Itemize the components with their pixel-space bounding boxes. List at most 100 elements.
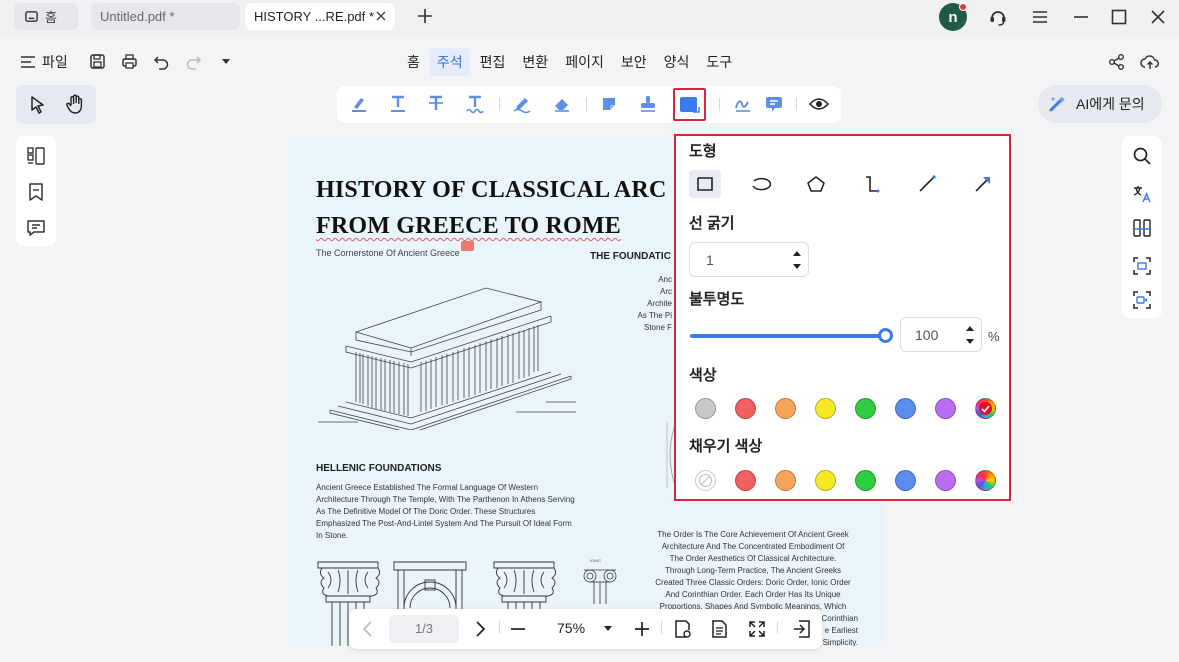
text-line: Ancient Greece Established The Formal La…: [316, 483, 539, 492]
color-swatch-red[interactable]: [735, 398, 756, 419]
comments-icon[interactable]: [26, 218, 46, 238]
menu-annotate[interactable]: 주석: [429, 48, 470, 76]
pen-icon[interactable]: [512, 94, 532, 114]
text-box-icon[interactable]: [764, 94, 784, 114]
new-tab-icon[interactable]: [416, 7, 434, 25]
fill-swatch-blue[interactable]: [895, 470, 916, 491]
menu-page[interactable]: 페이지: [558, 48, 611, 76]
color-swatch-yellow[interactable]: [815, 398, 836, 419]
page-indicator[interactable]: 1/3: [389, 615, 459, 643]
color-swatch-purple[interactable]: [935, 398, 956, 419]
close-tab-icon[interactable]: [375, 10, 387, 22]
color-swatch-custom-selected[interactable]: [975, 398, 996, 419]
line-width-stepper[interactable]: 1: [689, 242, 809, 277]
screen-record-icon[interactable]: [1132, 290, 1152, 310]
text-line: Arc: [660, 287, 672, 296]
shape-tool-button[interactable]: [673, 88, 706, 121]
text-underline-icon[interactable]: [388, 94, 408, 114]
cloud-upload-icon[interactable]: [1140, 53, 1160, 71]
menu-form[interactable]: 양식: [657, 48, 697, 76]
file-menu-label: 파일: [42, 54, 68, 70]
undo-icon[interactable]: [153, 53, 170, 70]
signature-icon[interactable]: [733, 94, 753, 114]
compare-icon[interactable]: [1132, 218, 1152, 238]
page-view-icon[interactable]: [673, 619, 693, 639]
share-icon[interactable]: [1108, 53, 1126, 71]
eye-icon[interactable]: [809, 95, 829, 113]
shape-ellipse-button[interactable]: [745, 170, 777, 198]
search-icon[interactable]: [1132, 146, 1152, 166]
eraser-icon[interactable]: [552, 94, 572, 114]
fill-swatch-red[interactable]: [735, 470, 756, 491]
opacity-header: 불투명도: [689, 291, 745, 308]
highlight-icon[interactable]: [349, 94, 369, 114]
stepper-arrows-icon[interactable]: [965, 324, 975, 346]
text-line: Through Long-Term Practice, The Ancient …: [665, 566, 841, 575]
redo-icon[interactable]: [185, 53, 202, 70]
page-layout-icon[interactable]: [710, 619, 730, 639]
zoom-in-icon[interactable]: [633, 619, 651, 639]
bookmark-icon[interactable]: [26, 182, 46, 202]
menu-icon[interactable]: [1031, 7, 1049, 27]
line-icon: [919, 175, 936, 192]
maximize-icon[interactable]: [1110, 7, 1128, 27]
ionic-capital-illustration: [583, 569, 617, 604]
ocr-scan-icon[interactable]: [1132, 256, 1152, 276]
zoom-out-icon[interactable]: [509, 619, 527, 639]
sticky-note-icon[interactable]: [599, 94, 619, 114]
menu-tools[interactable]: 도구: [699, 48, 739, 76]
tab-untitled-pdf[interactable]: Untitled.pdf *: [91, 3, 240, 30]
fill-swatch-yellow[interactable]: [815, 470, 836, 491]
fill-swatch-custom[interactable]: [975, 470, 996, 491]
color-swatch-blue[interactable]: [895, 398, 916, 419]
thumbnails-icon[interactable]: [26, 146, 46, 166]
shape-line-button[interactable]: [911, 170, 943, 198]
shape-polyline-button[interactable]: [856, 170, 888, 198]
stepper-arrows-icon[interactable]: [792, 249, 802, 271]
minimize-icon[interactable]: [1072, 7, 1090, 27]
hand-pan-icon[interactable]: [65, 94, 85, 115]
zoom-level[interactable]: 75%: [557, 620, 585, 636]
avatar[interactable]: n: [939, 3, 967, 31]
previous-page-icon[interactable]: [359, 619, 377, 639]
document-title: HISTORY OF CLASSICAL ARC FROM GREECE TO …: [316, 172, 667, 244]
zoom-dropdown-caret-icon[interactable]: [604, 626, 612, 632]
opacity-slider-track[interactable]: [690, 334, 884, 338]
fill-swatch-green[interactable]: [855, 470, 876, 491]
save-icon[interactable]: [89, 53, 106, 70]
menu-security[interactable]: 보안: [614, 48, 654, 76]
comment-marker-icon[interactable]: [461, 241, 474, 251]
opacity-stepper[interactable]: 100: [900, 317, 982, 352]
fill-swatch-purple[interactable]: [935, 470, 956, 491]
menu-edit[interactable]: 편집: [473, 48, 513, 76]
shape-rectangle-button[interactable]: [689, 170, 721, 198]
shape-polygon-button[interactable]: [800, 170, 832, 198]
tab-history-pdf[interactable]: HISTORY ...RE.pdf *: [245, 3, 395, 30]
no-fill-icon: [699, 474, 712, 487]
headset-icon[interactable]: [988, 7, 1008, 27]
translate-icon[interactable]: [1132, 184, 1152, 204]
shape-options: [689, 170, 1022, 198]
color-swatch-orange[interactable]: [775, 398, 796, 419]
select-cursor-icon[interactable]: [29, 95, 47, 115]
dropdown-caret-icon[interactable]: [221, 58, 231, 65]
color-swatch-gray[interactable]: [695, 398, 716, 419]
close-window-icon[interactable]: [1149, 7, 1167, 27]
print-icon[interactable]: [121, 53, 138, 70]
menu-home[interactable]: 홈: [400, 48, 427, 76]
ask-ai-button[interactable]: AI에게 문의: [1038, 85, 1162, 123]
stamp-icon[interactable]: [638, 94, 658, 114]
menu-convert[interactable]: 변환: [515, 48, 555, 76]
strikethrough-icon[interactable]: [426, 94, 446, 114]
next-page-icon[interactable]: [471, 619, 489, 639]
color-swatch-green[interactable]: [855, 398, 876, 419]
shape-arrow-button[interactable]: [967, 170, 999, 198]
squiggly-text-icon[interactable]: [465, 94, 485, 114]
file-menu-button[interactable]: 파일: [20, 52, 68, 72]
tab-home[interactable]: 홈: [14, 3, 78, 30]
exit-reading-icon[interactable]: [792, 619, 812, 639]
opacity-slider-thumb[interactable]: [878, 328, 893, 343]
fill-swatch-orange[interactable]: [775, 470, 796, 491]
fullscreen-icon[interactable]: [747, 619, 767, 639]
fill-none-swatch[interactable]: [695, 470, 716, 491]
